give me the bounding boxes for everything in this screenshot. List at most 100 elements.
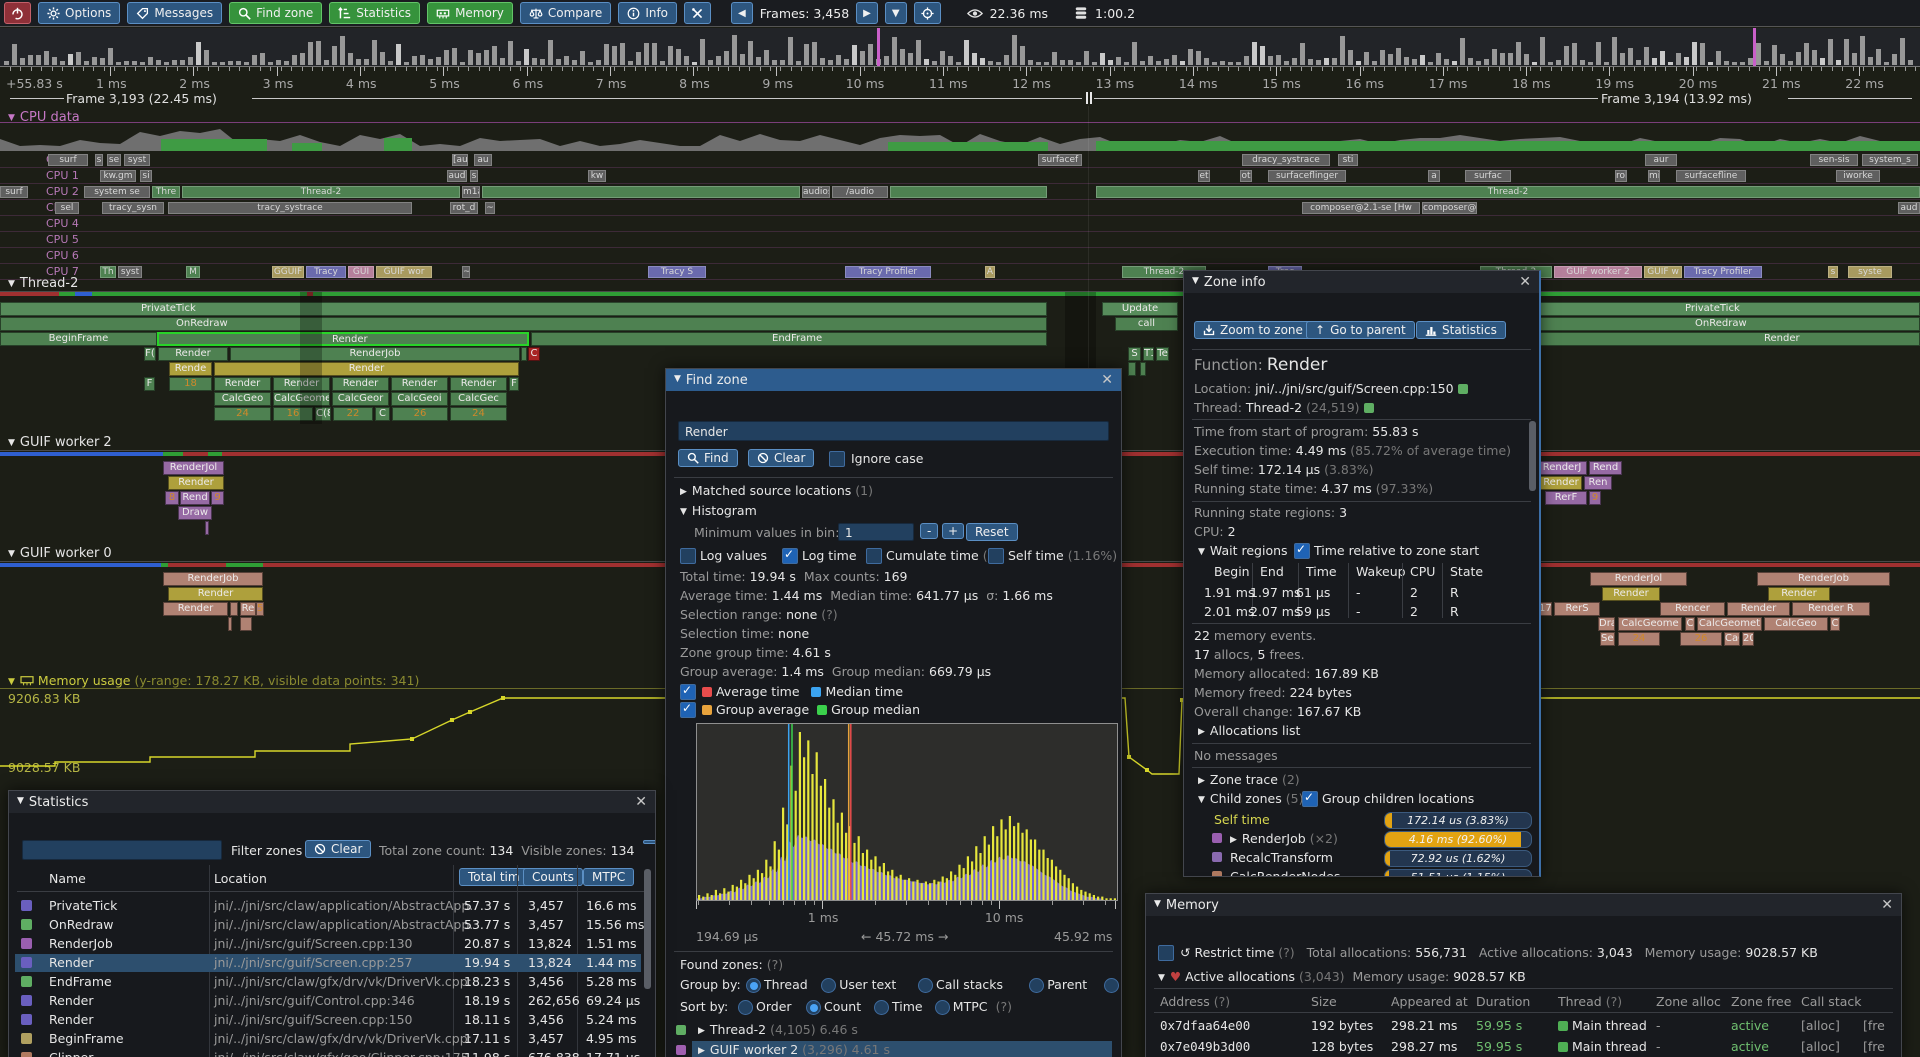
zone-bar[interactable]: CalcGeoi [391,392,448,406]
zone-bar[interactable]: Rend [180,491,210,505]
time-ruler[interactable]: +55.83 s1 ms2 ms3 ms4 ms5 ms6 ms7 ms8 ms… [0,66,1920,91]
statistics-row[interactable]: Renderjni/../jni/src/guif/Control.cpp:34… [15,992,641,1010]
zone-bar[interactable]: Render [1768,587,1830,601]
memory-titlebar[interactable]: ▼Memory✕ [1146,894,1901,916]
zone-bar[interactable]: 26 [392,407,448,421]
zone-bar[interactable]: 24 [1618,632,1660,646]
cpu-zone[interactable]: Thread-2 [182,186,460,198]
find-zone-titlebar[interactable]: ▼Find zone✕ [666,369,1121,391]
histogram-plot[interactable] [696,723,1118,901]
zone-bar[interactable]: Render [163,602,228,616]
zone-bar[interactable]: C [1685,617,1695,631]
cpu-zone[interactable]: s [470,170,478,182]
options-button[interactable]: Options [38,2,120,24]
cpu-zone[interactable]: mi [1648,170,1660,182]
statistics-button[interactable]: Statistics [1416,321,1506,339]
min-bin-decrease-button[interactable]: - [920,523,938,539]
log-values-checkbox[interactable] [680,548,696,564]
find-zone-button[interactable]: Find zone [229,2,322,24]
statistics-row[interactable]: BeginFramejni/../jni/src/claw/gfx/drv/vk… [15,1030,641,1048]
zone-bar[interactable]: RenderJ [1537,461,1587,475]
zone-bar[interactable]: 20 [1742,632,1754,646]
zone-bar[interactable]: CalcGeo [1764,617,1828,631]
sortby-radio-order[interactable] [738,1000,753,1015]
thread-section-header[interactable]: ▼GUIF worker 0 [8,546,112,561]
self-time-checkbox[interactable] [988,548,1004,564]
groupby-radio-user-text[interactable] [821,978,836,993]
cpu-zone[interactable]: iworke [1836,170,1880,182]
cpu-zone[interactable]: GUI [348,266,374,278]
zone-trace-toggle[interactable]: ▶Zone trace (2) [1198,772,1300,787]
zone-bar[interactable]: Rende [169,362,212,376]
zone-bar[interactable]: Rencer [1660,602,1725,616]
cpu-zone[interactable]: Tracy S [648,266,706,278]
cpu-zone[interactable]: se [107,154,121,166]
sortby-radio-time[interactable] [874,1000,889,1015]
cpu-zone[interactable]: kw [588,170,606,182]
cpu-zone[interactable]: ~ [485,202,495,214]
statistics-row[interactable]: Renderjni/../jni/src/guif/Screen.cpp:257… [15,954,641,972]
child-zones-toggle[interactable]: ▼Child zones (5) [1198,791,1303,806]
cpu-zone[interactable]: Tracy Profiler [845,266,931,278]
zone-info-titlebar[interactable]: ▼Zone info✕ [1184,271,1539,293]
frames-overview-graph[interactable] [0,28,1920,67]
zone-bar[interactable]: T1 [1143,347,1154,361]
cpu-usage-graph[interactable] [0,123,1920,151]
statistics-row[interactable]: RenderJobjni/../jni/src/guif/Screen.cpp:… [15,935,641,953]
prev-frame-button[interactable]: ◀ [731,2,753,24]
zone-bar[interactable]: 24 [214,407,271,421]
zone-bar[interactable]: Render [214,362,519,376]
zone-bar[interactable]: OnRedraw [0,317,1047,331]
collapse-triangle-icon[interactable]: ▼ [1192,276,1199,286]
zone-bar[interactable]: F [144,377,155,391]
zone-bar[interactable]: Render [168,476,224,490]
thread-section-header[interactable]: ▼GUIF worker 2 [8,435,112,450]
zone-bar[interactable] [228,617,232,631]
cpu-zone[interactable]: sen-sis [1810,154,1858,166]
cpu-zone[interactable]: au [474,154,492,166]
zone-bar[interactable]: 18 [169,377,212,391]
cpu-zone[interactable]: s [95,154,103,166]
sortby-radio-mtpc[interactable] [935,1000,950,1015]
cpu-zone[interactable]: syst [118,266,142,278]
zone-bar[interactable]: 9 [1589,491,1601,505]
sort-mtpc-button[interactable]: MTPC [583,868,634,886]
zone-bar[interactable]: Dra [1598,617,1615,631]
zone-bar[interactable]: Render [1540,476,1582,490]
zone-bar[interactable]: F [509,377,519,391]
cpu-zone[interactable]: Tracy Profiler [1684,266,1762,278]
scrollbar-thumb[interactable] [644,869,651,989]
cpu-zone[interactable]: sti [1338,154,1358,166]
find-button[interactable]: Find [678,449,738,467]
cpu-zone[interactable]: m1a [462,186,480,198]
cpu-zone[interactable]: aud [1898,202,1920,214]
zone-bar[interactable]: CalcGeor [332,392,389,406]
zoom-to-zone-button[interactable]: Zoom to zone [1194,321,1312,339]
zone-bar[interactable] [240,617,252,631]
cpu-zone[interactable]: a [1428,170,1440,182]
cpu-zone[interactable] [482,186,800,198]
zone-bar[interactable]: 22 [333,407,373,421]
zone-bar[interactable]: 24 [450,407,507,421]
zone-bar[interactable]: Render [168,587,263,601]
sortby-radio-count[interactable] [806,1000,821,1015]
zone-bar[interactable]: Render R [1792,602,1870,616]
statistics-titlebar[interactable]: ▼Statistics✕ [9,791,655,813]
cpu-zone[interactable]: dracy_systrace [1242,154,1330,166]
reset-button[interactable]: Reset [966,523,1018,541]
zone-search-input[interactable]: Render [678,421,1109,441]
cpu-zone[interactable]: A [985,266,995,278]
zone-bar[interactable]: RenderJob [230,347,520,361]
statistics-row[interactable]: OnRedrawjni/../jni/src/claw/application/… [15,916,641,934]
log-time-checkbox[interactable] [782,548,798,564]
cpu-zone[interactable]: si [140,170,152,182]
zone-bar[interactable]: Render [158,347,228,361]
zone-bar[interactable]: Update [1102,302,1178,316]
cpu-zone[interactable]: surfaceflinger [1268,170,1346,182]
zone-bar[interactable]: Render [391,377,448,391]
cpu-zone[interactable]: GUIF worker 2 [1554,266,1642,278]
close-icon[interactable]: ✕ [635,794,647,810]
cpu-zone[interactable]: aud [447,170,467,182]
cpu-zone[interactable]: Th [100,266,116,278]
cpu-zone[interactable]: system se [84,186,150,198]
